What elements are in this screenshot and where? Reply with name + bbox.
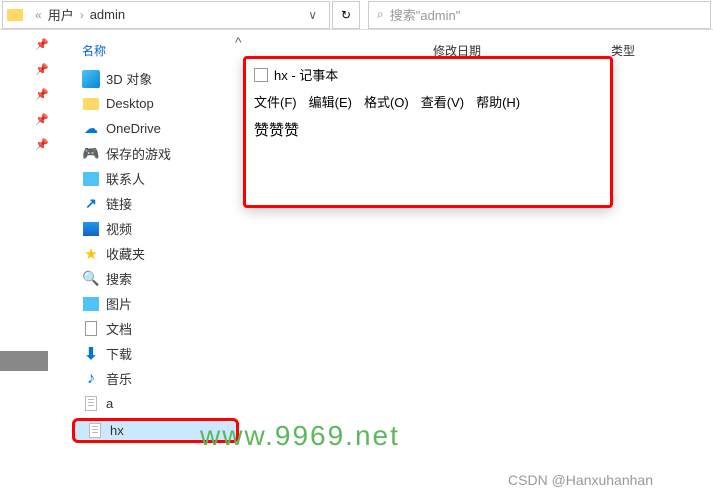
menu-edit[interactable]: 编辑(E) bbox=[309, 92, 352, 111]
quick-access-pane: 📌 📌 📌 📌 📌 bbox=[0, 30, 68, 500]
notepad-window[interactable]: hx - 记事本 文件(F) 编辑(E) 格式(O) 查看(V) 帮助(H) 赞… bbox=[243, 56, 613, 208]
file-item-downloads[interactable]: ⬇ 下载 bbox=[68, 341, 243, 366]
file-label: hx bbox=[110, 423, 124, 438]
file-label: 图片 bbox=[106, 294, 132, 313]
refresh-button[interactable]: ↻ bbox=[332, 1, 360, 29]
file-item-searches[interactable]: 🔍 搜索 bbox=[68, 266, 243, 291]
picture-icon bbox=[82, 295, 100, 313]
3d-icon bbox=[82, 70, 100, 88]
star-icon: ★ bbox=[82, 245, 100, 263]
file-item-music[interactable]: ♪ 音乐 bbox=[68, 366, 243, 391]
address-bar[interactable]: « 用户 › admin ∨ bbox=[2, 1, 330, 29]
file-item-links[interactable]: ↗ 链接 bbox=[68, 191, 243, 216]
music-icon: ♪ bbox=[82, 370, 100, 388]
file-item-3d-objects[interactable]: 3D 对象 bbox=[68, 66, 243, 91]
file-label: 视频 bbox=[106, 219, 132, 238]
folder-icon bbox=[7, 9, 23, 21]
contacts-icon bbox=[82, 170, 100, 188]
file-item-pictures[interactable]: 图片 bbox=[68, 291, 243, 316]
pin-icon[interactable]: 📌 bbox=[0, 138, 67, 151]
video-icon bbox=[82, 220, 100, 238]
file-item-documents[interactable]: 文档 bbox=[68, 316, 243, 341]
text-file-icon bbox=[86, 422, 104, 440]
notepad-menubar: 文件(F) 编辑(E) 格式(O) 查看(V) 帮助(H) bbox=[246, 90, 610, 117]
file-item-contacts[interactable]: 联系人 bbox=[68, 166, 243, 191]
file-label: 3D 对象 bbox=[106, 69, 152, 88]
file-item-savedgames[interactable]: 🎮 保存的游戏 bbox=[68, 141, 243, 166]
breadcrumb-current[interactable]: admin bbox=[90, 7, 125, 22]
file-label: a bbox=[106, 396, 113, 411]
cloud-icon: ☁ bbox=[82, 120, 100, 138]
file-item-favorites[interactable]: ★ 收藏夹 bbox=[68, 241, 243, 266]
notepad-title-text: hx - 记事本 bbox=[274, 65, 338, 84]
chevron-icon: › bbox=[80, 8, 84, 22]
file-label: 音乐 bbox=[106, 369, 132, 388]
file-label: Desktop bbox=[106, 96, 154, 111]
credit-text: CSDN @Hanxuhanhan bbox=[508, 472, 653, 488]
folder-icon bbox=[82, 95, 100, 113]
search-placeholder: 搜索"admin" bbox=[390, 5, 461, 24]
notepad-text-area[interactable]: 赞赞赞 bbox=[246, 117, 610, 142]
file-label: 保存的游戏 bbox=[106, 144, 171, 163]
file-label: 文档 bbox=[106, 319, 132, 338]
menu-format[interactable]: 格式(O) bbox=[364, 92, 409, 111]
column-header-type[interactable]: 类型 bbox=[611, 42, 635, 59]
file-item-videos[interactable]: 视频 bbox=[68, 216, 243, 241]
menu-view[interactable]: 查看(V) bbox=[421, 92, 464, 111]
pin-icon[interactable]: 📌 bbox=[0, 63, 67, 76]
watermark-text: www.9969.net bbox=[200, 420, 400, 452]
header-bar: « 用户 › admin ∨ ↻ ⌕ 搜索"admin" bbox=[0, 0, 713, 30]
menu-help[interactable]: 帮助(H) bbox=[476, 92, 520, 111]
file-label: 链接 bbox=[106, 194, 132, 213]
breadcrumb-parent[interactable]: 用户 bbox=[48, 5, 74, 24]
file-item-desktop[interactable]: Desktop bbox=[68, 91, 243, 116]
file-label: OneDrive bbox=[106, 121, 161, 136]
document-icon bbox=[82, 320, 100, 338]
notepad-titlebar[interactable]: hx - 记事本 bbox=[246, 59, 610, 90]
pin-icon[interactable]: 📌 bbox=[0, 88, 67, 101]
download-icon: ⬇ bbox=[82, 345, 100, 363]
menu-file[interactable]: 文件(F) bbox=[254, 92, 297, 111]
search-input[interactable]: ⌕ 搜索"admin" bbox=[368, 1, 711, 29]
dropdown-icon[interactable]: ∨ bbox=[308, 8, 317, 22]
file-item-onedrive[interactable]: ☁ OneDrive bbox=[68, 116, 243, 141]
nav-item[interactable] bbox=[0, 351, 48, 371]
pin-icon[interactable]: 📌 bbox=[0, 38, 67, 51]
file-label: 收藏夹 bbox=[106, 244, 145, 263]
search-icon: ⌕ bbox=[377, 7, 384, 22]
refresh-icon: ↻ bbox=[341, 8, 351, 22]
file-label: 搜索 bbox=[106, 269, 132, 288]
up-arrow-icon[interactable]: ^ bbox=[235, 34, 242, 50]
file-label: 下载 bbox=[106, 344, 132, 363]
file-label: 联系人 bbox=[106, 169, 145, 188]
column-header-name[interactable]: 名称 bbox=[68, 38, 243, 66]
file-item-a[interactable]: a bbox=[68, 391, 243, 416]
history-chevron-icon[interactable]: « bbox=[35, 8, 42, 22]
link-icon: ↗ bbox=[82, 195, 100, 213]
pin-icon[interactable]: 📌 bbox=[0, 113, 67, 126]
text-file-icon bbox=[82, 395, 100, 413]
search-folder-icon: 🔍 bbox=[82, 270, 100, 288]
notepad-icon bbox=[254, 68, 268, 82]
game-icon: 🎮 bbox=[82, 145, 100, 163]
